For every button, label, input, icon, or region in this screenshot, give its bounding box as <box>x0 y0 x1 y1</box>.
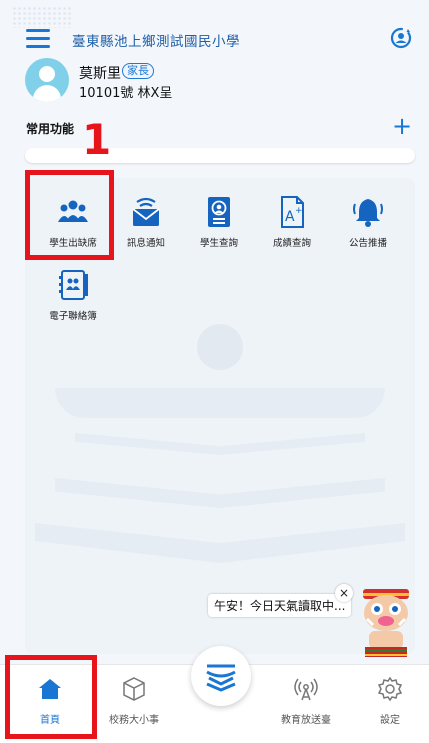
svg-text:A: A <box>285 209 295 225</box>
user-name: 莫斯里 <box>79 66 121 82</box>
watermark-band <box>55 478 385 508</box>
function-message-notification[interactable]: 訊息通知 <box>111 195 181 249</box>
avatar[interactable] <box>25 58 69 102</box>
student-info: 10101號 林X呈 <box>79 86 173 101</box>
add-function-button[interactable]: + <box>392 112 412 140</box>
function-label: 學生出缺席 <box>49 238 97 249</box>
e-contact-book-icon <box>59 270 88 300</box>
avatar-head <box>39 66 55 82</box>
section-title: 常用功能 <box>26 122 75 136</box>
function-label: 成績查詢 <box>272 238 311 249</box>
menu-line <box>26 29 50 32</box>
menu-button[interactable] <box>26 29 50 48</box>
watermark-band <box>35 523 405 563</box>
grade-document-icon: A + <box>281 196 304 228</box>
student-contact-book-icon <box>208 197 230 227</box>
students-group-icon <box>58 200 88 222</box>
bell-icon <box>353 199 383 227</box>
weather-greeting: 午安！今日天氣讀取中... <box>208 594 352 617</box>
school-logo-icon <box>206 664 236 692</box>
function-card <box>25 178 415 654</box>
decorative-dots <box>12 6 72 28</box>
function-label: 訊息通知 <box>126 238 165 249</box>
broadcast-icon <box>294 678 318 701</box>
step-marker: 1 <box>82 115 112 164</box>
cube-icon <box>123 677 145 701</box>
watermark-band <box>75 433 365 455</box>
function-announcement[interactable]: 公告推播 <box>333 195 403 249</box>
nav-label: 教育放送臺 <box>281 715 331 726</box>
nav-label: 設定 <box>380 715 400 726</box>
watermark-circle <box>197 324 243 370</box>
function-student-attendance[interactable]: 學生出缺席 <box>38 195 108 249</box>
settings-gear-icon <box>377 676 403 702</box>
svg-text:+: + <box>295 206 303 216</box>
function-label: 公告推播 <box>348 238 387 249</box>
function-e-contact-book[interactable]: 電子聯絡簿 <box>38 268 108 322</box>
function-student-query[interactable]: 學生查詢 <box>184 195 254 249</box>
nav-home[interactable]: 首頁 <box>15 676 85 726</box>
function-label: 學生查詢 <box>199 238 238 249</box>
nav-label: 首頁 <box>40 715 60 726</box>
mascot-boar-icon[interactable] <box>355 585 417 663</box>
avatar-body <box>33 85 61 102</box>
school-name: 臺東縣池上鄉測試國民小學 <box>72 34 240 50</box>
menu-line <box>26 45 50 48</box>
close-greeting-button[interactable]: × <box>335 584 353 602</box>
role-badge: 家長 <box>122 63 154 79</box>
nav-center-logo[interactable] <box>191 646 251 706</box>
nav-settings[interactable]: 設定 <box>355 676 425 726</box>
nav-school-affairs[interactable]: 校務大小事 <box>99 676 169 726</box>
nav-education-broadcast[interactable]: 教育放送臺 <box>271 676 341 726</box>
function-label: 電子聯絡簿 <box>49 311 97 322</box>
switch-user-icon[interactable] <box>389 26 413 50</box>
watermark-band <box>55 388 385 418</box>
home-icon <box>39 679 61 699</box>
nav-label: 校務大小事 <box>109 715 159 726</box>
function-grade-query[interactable]: A + 成績查詢 <box>257 195 327 249</box>
mail-notification-icon <box>132 197 160 226</box>
menu-line <box>26 37 50 40</box>
